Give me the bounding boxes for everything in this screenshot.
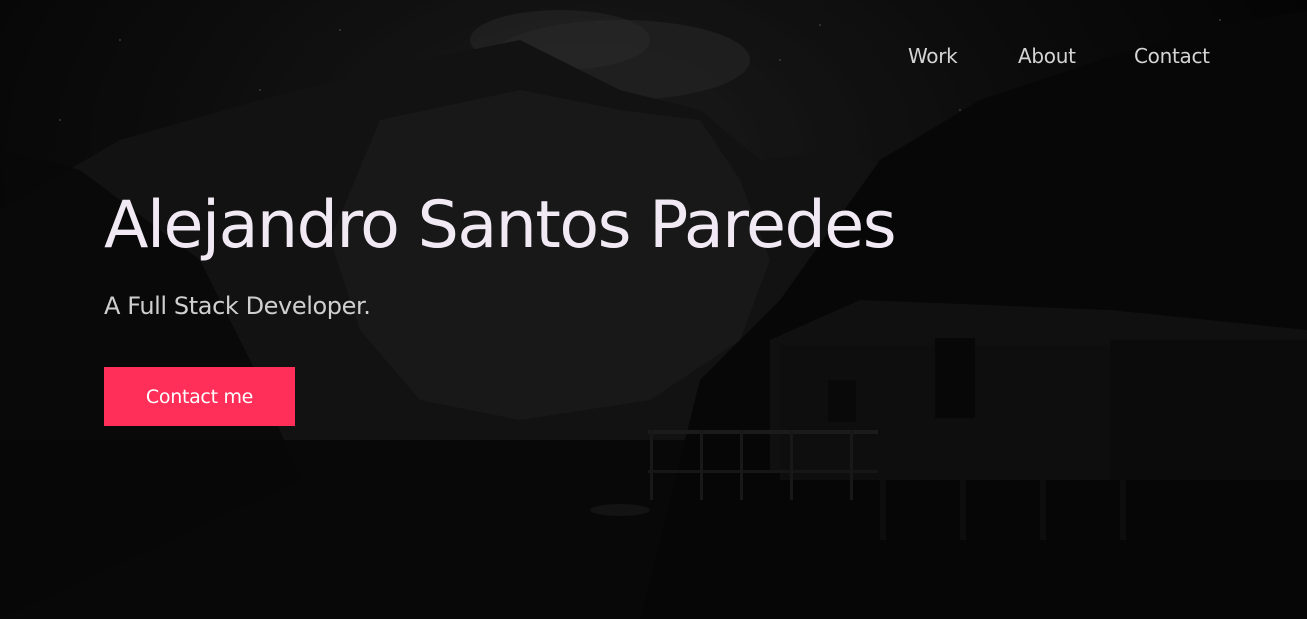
nav-link-work[interactable]: Work xyxy=(908,44,958,68)
nav-link-contact[interactable]: Contact xyxy=(1134,44,1210,68)
hero-name-heading: Alejandro Santos Paredes xyxy=(104,188,897,263)
main-nav: Work About Contact xyxy=(0,44,1307,74)
hero-section: Work About Contact Alejandro Santos Pare… xyxy=(0,0,1307,619)
hero-subtitle: A Full Stack Developer. xyxy=(104,292,371,320)
nav-link-about[interactable]: About xyxy=(1018,44,1076,68)
contact-me-button[interactable]: Contact me xyxy=(104,367,295,426)
